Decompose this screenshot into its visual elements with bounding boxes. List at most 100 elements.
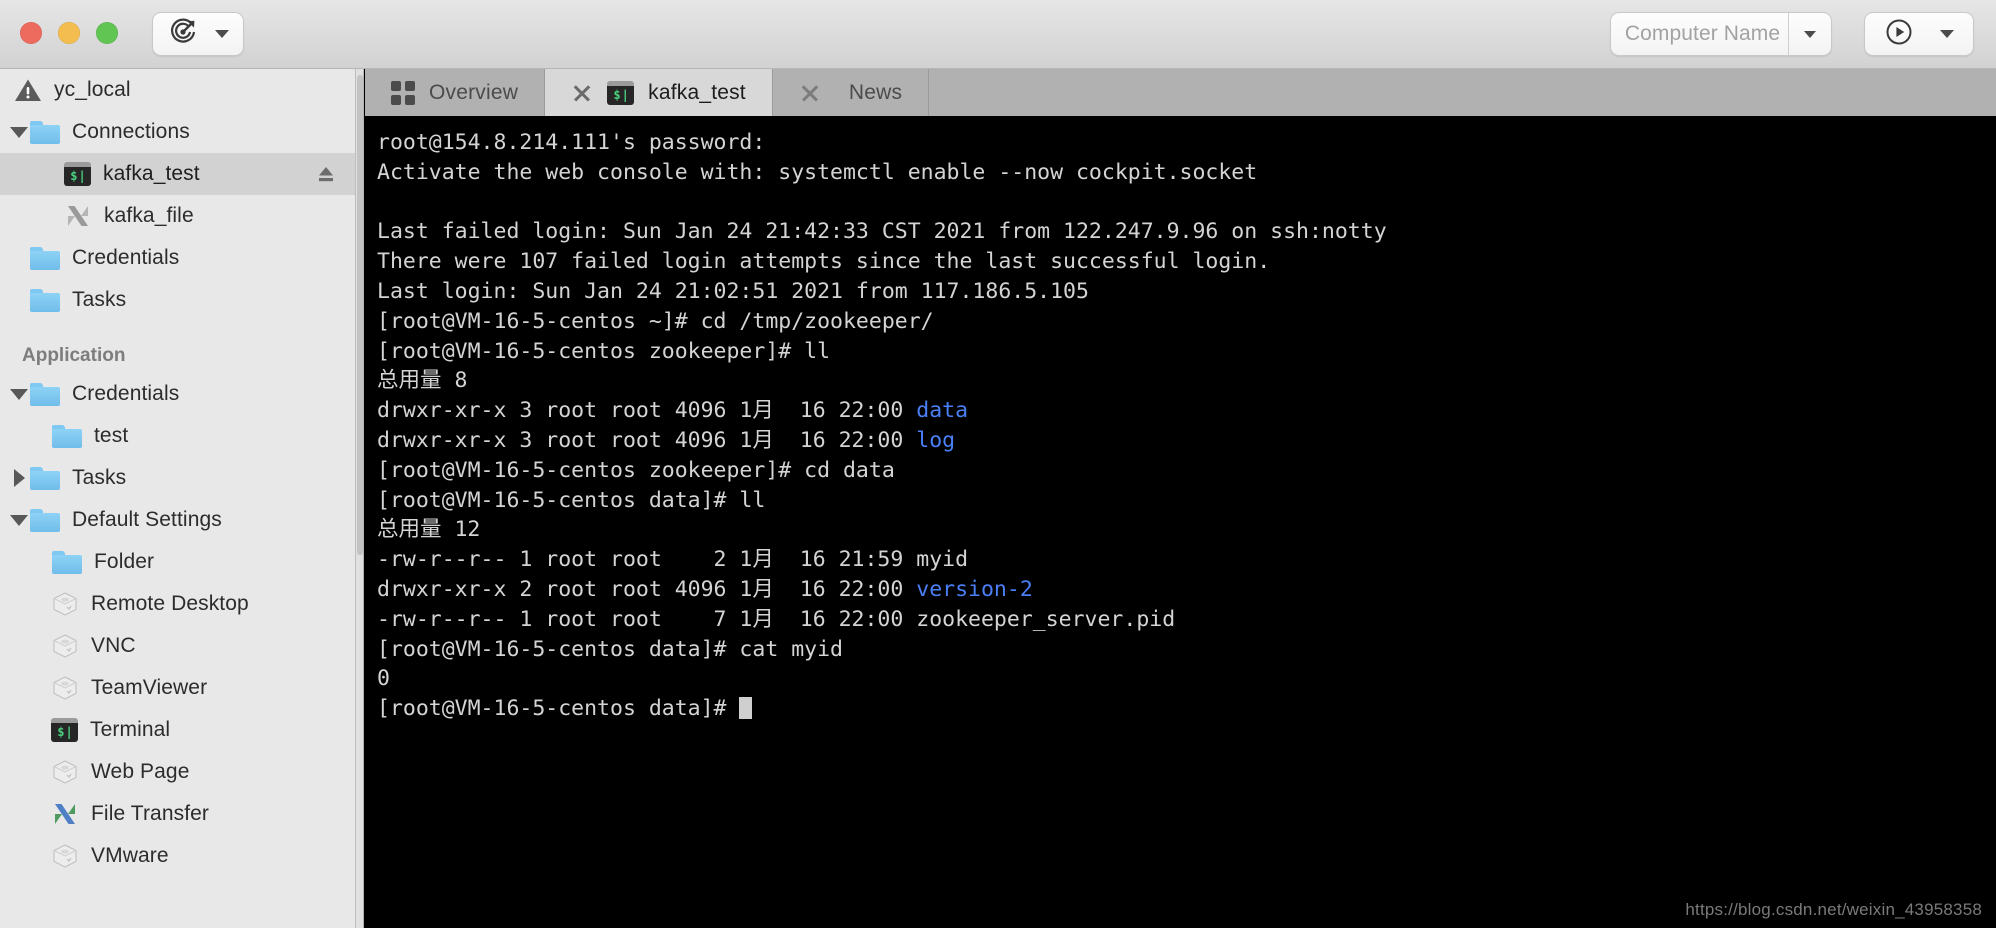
terminal-pane[interactable]: root@154.8.214.111's password: Activate t…	[365, 116, 1996, 928]
sidebar-item-label: Folder	[94, 550, 155, 573]
sidebar-item-test[interactable]: test	[0, 415, 355, 457]
tab-kafka_test[interactable]: $| kafka_test	[545, 69, 773, 116]
terminal-line-text: -rw-r--r-- 1 root root 2 1月 16 21:59 myi…	[377, 547, 969, 573]
computer-name-field[interactable]: Computer Name	[1610, 12, 1832, 56]
sidebar-item-vnc[interactable]: VNC	[0, 625, 355, 667]
warning-triangle-icon	[14, 78, 42, 103]
sidebar-item-teamviewer[interactable]: TeamViewer	[0, 667, 355, 709]
run-button[interactable]	[1864, 12, 1974, 56]
sidebar-item-vmware[interactable]: VMware	[0, 835, 355, 877]
folder-icon	[52, 424, 82, 448]
terminal-line: drwxr-xr-x 2 root root 4096 1月 16 22:00 …	[377, 575, 1996, 605]
terminal-line-text: Last failed login: Sun Jan 24 21:42:33 C…	[377, 219, 1387, 245]
cube-icon	[51, 633, 79, 659]
tab-label: kafka_test	[648, 80, 746, 104]
terminal-line-text: drwxr-xr-x 3 root root 4096 1月 16 22:00	[377, 427, 917, 453]
sidebar-item-yc_local[interactable]: yc_local	[0, 69, 355, 111]
chevron-down-icon	[1804, 30, 1816, 38]
sidebar-scrollbar-thumb[interactable]	[357, 75, 363, 555]
minimize-window-button[interactable]	[58, 22, 80, 44]
sidebar-item-terminal[interactable]: $| Terminal	[0, 709, 355, 751]
chevron-down-icon[interactable]	[214, 30, 229, 38]
close-icon[interactable]	[799, 82, 821, 104]
sidebar-item-web-page[interactable]: Web Page	[0, 751, 355, 793]
terminal-line-text: -rw-r--r-- 1 root root 7 1月 16 22:00 zoo…	[377, 606, 1176, 632]
chevron-down-icon[interactable]	[1939, 30, 1954, 38]
chevron-right-icon[interactable]	[8, 457, 30, 499]
tab-overview[interactable]: Overview	[365, 69, 546, 116]
sidebar-item-app-credentials[interactable]: Credentials	[0, 373, 355, 415]
terminal-line: [root@VM-16-5-centos data]# ll	[377, 486, 1996, 516]
terminal-directory-name: data	[916, 398, 969, 424]
terminal-line: -rw-r--r-- 1 root root 7 1月 16 22:00 zoo…	[377, 605, 1996, 635]
terminal-line: [root@VM-16-5-centos data]# cat myid	[377, 635, 1996, 665]
terminal-line: [root@VM-16-5-centos data]#	[377, 694, 1996, 724]
cube-icon	[51, 675, 79, 701]
sidebar-item-label: Tasks	[72, 466, 127, 489]
app-window: Computer Name yc_local Connections $| ka…	[0, 0, 1996, 928]
sidebar-item-label: Remote Desktop	[91, 592, 249, 615]
chevron-down-icon[interactable]	[8, 499, 30, 541]
sidebar-item-app-tasks[interactable]: Tasks	[0, 457, 355, 499]
tab-strip: Overview $| kafka_test News	[365, 69, 1996, 116]
tab-label: Overview	[429, 80, 519, 104]
terminal-line-text: [root@VM-16-5-centos ~]# cd /tmp/zookeep…	[377, 308, 934, 334]
window-controls	[20, 22, 118, 44]
terminal-line-text: Last login: Sun Jan 24 21:02:51 2021 fro…	[377, 278, 1089, 304]
close-window-button[interactable]	[20, 22, 42, 44]
terminal-line: drwxr-xr-x 3 root root 4096 1月 16 22:00 …	[377, 426, 1996, 456]
terminal-line-text: root@154.8.214.111's password:	[377, 130, 766, 155]
close-icon[interactable]	[571, 82, 593, 104]
terminal-line: 总用量 8	[377, 366, 1996, 396]
chevron-down-icon[interactable]	[8, 111, 30, 153]
sidebar-item-label: Connections	[72, 120, 190, 143]
folder-icon	[30, 466, 60, 490]
tab-news[interactable]: News	[773, 69, 930, 116]
terminal-line: Last login: Sun Jan 24 21:02:51 2021 fro…	[377, 277, 1996, 307]
sidebar-item-kafka_file[interactable]: kafka_file	[0, 195, 355, 237]
computer-name-dropdown-button[interactable]	[1789, 30, 1831, 38]
sidebar-item-label: test	[94, 424, 129, 447]
terminal-line-text: Activate the web console with: systemctl…	[377, 159, 1258, 185]
tab-label: News	[848, 80, 903, 104]
file-transfer-icon	[64, 203, 92, 229]
terminal-line-text: 总用量 12	[377, 517, 481, 543]
terminal-line-text: [root@VM-16-5-centos data]#	[377, 696, 740, 722]
terminal-line: 总用量 12	[377, 515, 1996, 545]
sidebar-item-label: Terminal	[90, 718, 171, 741]
sidebar-item-file-transfer[interactable]: File Transfer	[0, 793, 355, 835]
zoom-window-button[interactable]	[96, 22, 118, 44]
sidebar-item-label: Credentials	[72, 382, 180, 405]
terminal-directory-name: version-2	[916, 576, 1033, 602]
computer-name-placeholder: Computer Name	[1624, 22, 1781, 45]
chevron-down-icon[interactable]	[8, 373, 30, 415]
sidebar-item-credentials[interactable]: Credentials	[0, 237, 355, 279]
terminal-line-text: drwxr-xr-x 3 root root 4096 1月 16 22:00	[377, 398, 917, 424]
sidebar-item-label: Web Page	[91, 760, 190, 783]
eject-icon[interactable]	[315, 163, 337, 185]
grid-icon	[391, 80, 415, 105]
terminal-line: root@154.8.214.111's password:	[377, 128, 1996, 158]
terminal-output: root@154.8.214.111's password: Activate t…	[365, 116, 1996, 724]
radar-tool-button[interactable]	[152, 12, 244, 56]
sidebar-item-tasks[interactable]: Tasks	[0, 279, 355, 321]
sidebar-item-default-settings[interactable]: Default Settings	[0, 499, 355, 541]
terminal-line-text: [root@VM-16-5-centos data]# cat myid	[377, 636, 843, 662]
terminal-line: Activate the web console with: systemctl…	[377, 158, 1996, 188]
sidebar-item-folder[interactable]: Folder	[0, 541, 355, 583]
terminal-icon: $|	[64, 162, 91, 186]
file-transfer-color-icon	[51, 801, 79, 827]
terminal-line: [root@VM-16-5-centos ~]# cd /tmp/zookeep…	[377, 307, 1996, 337]
sidebar-item-label: File Transfer	[91, 802, 209, 825]
cube-icon	[51, 759, 79, 785]
sidebar-group-application: Application	[22, 345, 126, 366]
sidebar-item-remote-desktop[interactable]: Remote Desktop	[0, 583, 355, 625]
sidebar-item-kafka_test[interactable]: $| kafka_test	[0, 153, 355, 195]
terminal-line: [root@VM-16-5-centos zookeeper]# ll	[377, 337, 1996, 367]
window-titlebar: Computer Name	[0, 0, 1996, 69]
sidebar-item-connections[interactable]: Connections	[0, 111, 355, 153]
sidebar-scrollbar[interactable]	[356, 69, 364, 928]
sidebar-item-label: Default Settings	[72, 508, 222, 531]
folder-icon	[30, 246, 60, 270]
